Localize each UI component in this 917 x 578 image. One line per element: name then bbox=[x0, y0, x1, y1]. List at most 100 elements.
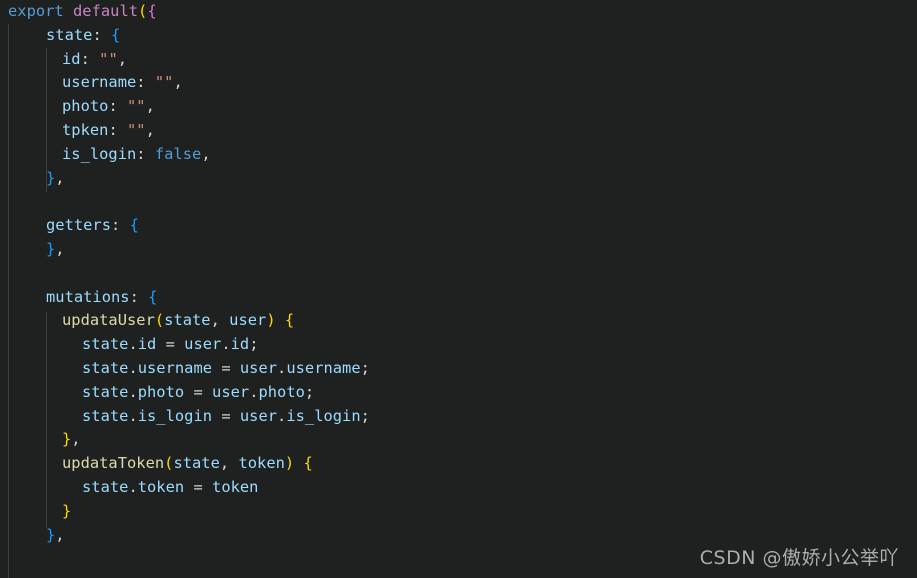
token-comma: , bbox=[219, 454, 239, 473]
token-object-state: state bbox=[82, 358, 129, 377]
token-function-updatatoken: updataToken bbox=[62, 454, 165, 473]
token-dot: . bbox=[128, 335, 138, 354]
code-line[interactable]: getters: { bbox=[0, 214, 917, 238]
token-string: "" bbox=[154, 73, 174, 92]
code-line[interactable]: }, bbox=[0, 238, 917, 262]
token-comma: , bbox=[210, 311, 230, 330]
token-paren-close: ) bbox=[266, 311, 276, 330]
token-comma: , bbox=[55, 168, 65, 187]
token-property-photo: photo bbox=[137, 382, 185, 401]
code-line[interactable]: state.token = token bbox=[0, 476, 917, 500]
token-comma: , bbox=[145, 120, 155, 139]
token-comma: , bbox=[145, 97, 155, 116]
code-editor[interactable]: export default({ state: { id: "", userna… bbox=[0, 0, 917, 578]
code-line[interactable]: state.id = user.id; bbox=[0, 333, 917, 357]
token-dot: . bbox=[277, 358, 287, 377]
token-property-is-login: is_login bbox=[62, 144, 137, 163]
token-comma: , bbox=[55, 239, 65, 258]
token-paren-open: ( bbox=[138, 2, 148, 20]
token-assign: = bbox=[212, 406, 240, 425]
token-object-user: user bbox=[239, 358, 278, 377]
token-comma: , bbox=[71, 430, 81, 449]
code-line[interactable]: username: "", bbox=[0, 71, 917, 95]
token-object-state: state bbox=[82, 335, 129, 354]
code-line[interactable]: }, bbox=[0, 428, 917, 452]
token-param-state: state bbox=[173, 454, 220, 473]
token-string: "" bbox=[99, 49, 118, 68]
token-dot: . bbox=[277, 406, 287, 425]
token-function-updatauser: updataUser bbox=[62, 311, 155, 330]
code-line[interactable]: state.username = user.username; bbox=[0, 357, 917, 381]
code-line[interactable]: mutations: { bbox=[0, 286, 917, 310]
token-brace-open: { bbox=[284, 311, 295, 330]
code-line[interactable]: updataUser(state, user) { bbox=[0, 309, 917, 333]
token-brace-open: { bbox=[148, 287, 158, 306]
token-colon: : bbox=[108, 120, 128, 139]
token-property-username: username bbox=[137, 358, 213, 377]
token-dot: . bbox=[221, 335, 231, 354]
csdn-watermark: CSDN @傲娇小公举吖 bbox=[699, 547, 899, 569]
token-object-user: user bbox=[239, 406, 278, 425]
token-property-is-login: is_login bbox=[286, 406, 361, 425]
code-line[interactable]: updataToken(state, token) { bbox=[0, 452, 917, 476]
code-line-blank[interactable] bbox=[0, 262, 917, 286]
token-colon: : bbox=[111, 216, 130, 235]
token-property-tpken: tpken bbox=[62, 120, 109, 139]
code-line[interactable]: export default({ bbox=[0, 0, 917, 24]
token-string: "" bbox=[127, 97, 146, 116]
token-property-state: state bbox=[46, 25, 93, 44]
token-property-username: username bbox=[286, 358, 361, 377]
token-dot: . bbox=[128, 477, 138, 496]
token-property-id: id bbox=[62, 49, 81, 68]
token-semicolon: ; bbox=[360, 358, 370, 377]
token-property-getters: getters bbox=[46, 216, 112, 235]
code-line-blank[interactable] bbox=[0, 190, 917, 214]
code-line[interactable]: photo: "", bbox=[0, 95, 917, 119]
token-string: "" bbox=[127, 120, 146, 139]
code-line[interactable]: } bbox=[0, 500, 917, 524]
token-brace-close: } bbox=[46, 239, 56, 258]
token-colon: : bbox=[92, 25, 112, 44]
code-line[interactable]: tpken: "", bbox=[0, 119, 917, 143]
token-object-state: state bbox=[82, 382, 129, 401]
token-object-state: state bbox=[82, 477, 129, 496]
token-brace-open: { bbox=[129, 216, 139, 235]
token-colon: : bbox=[136, 73, 155, 92]
token-brace-open: { bbox=[111, 25, 121, 44]
token-paren-close: ) bbox=[284, 454, 295, 473]
token-brace-open: { bbox=[303, 454, 313, 473]
token-object-state: state bbox=[82, 406, 129, 425]
token-assign: = bbox=[184, 382, 213, 401]
token-property-id: id bbox=[230, 335, 250, 354]
code-line[interactable]: }, bbox=[0, 167, 917, 191]
token-property-token: token bbox=[137, 477, 185, 496]
token-dot: . bbox=[128, 358, 138, 377]
token-object-user: user bbox=[212, 382, 250, 401]
token-value-token: token bbox=[212, 477, 259, 496]
token-colon: : bbox=[129, 287, 149, 306]
token-brace-close: } bbox=[62, 501, 72, 520]
token-brace-open: { bbox=[147, 2, 157, 20]
token-comma: , bbox=[55, 525, 65, 544]
code-line[interactable]: state.is_login = user.is_login; bbox=[0, 405, 917, 429]
code-line[interactable]: id: "", bbox=[0, 48, 917, 72]
token-dot: . bbox=[128, 406, 138, 425]
code-line[interactable]: state.photo = user.photo; bbox=[0, 381, 917, 405]
token-comma: , bbox=[173, 73, 183, 92]
token-assign: = bbox=[212, 358, 240, 377]
token-colon: : bbox=[136, 144, 155, 163]
token-assign: = bbox=[156, 335, 185, 354]
code-line[interactable]: state: { bbox=[0, 24, 917, 48]
token-semicolon: ; bbox=[249, 335, 259, 354]
token-brace-close: } bbox=[46, 168, 56, 187]
token-brace-close: } bbox=[62, 430, 72, 449]
token-comma: , bbox=[201, 144, 211, 163]
code-line[interactable]: is_login: false, bbox=[0, 143, 917, 167]
token-property-photo: photo bbox=[258, 382, 305, 401]
code-lines[interactable]: export default({ state: { id: "", userna… bbox=[0, 0, 917, 578]
token-param-user: user bbox=[229, 311, 267, 330]
token-property-photo: photo bbox=[62, 97, 109, 116]
